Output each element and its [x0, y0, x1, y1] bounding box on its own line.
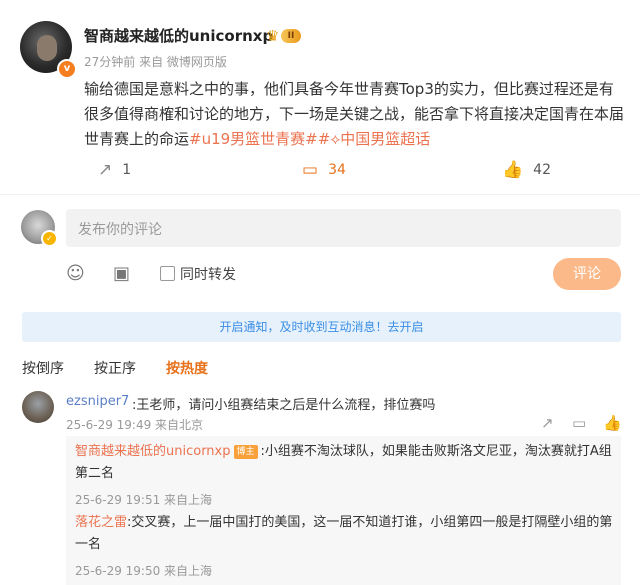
comment-text: :王老师，请问小组赛结束之后是什么流程，排位赛吗	[132, 398, 436, 413]
post-content: 输给德国是意料之中的事，他们具备今年世青赛Top3的实力，但比赛过程还是有很多值…	[84, 77, 624, 152]
reply-text: :交叉赛，上一届中国打的美国，这一届不知道打谁，小组第四一般是打隔壁小组的第	[127, 515, 613, 530]
comment-button[interactable]: ▭ 34	[302, 160, 346, 180]
reply-text: :小组赛不淘汰球队，如果能击败斯洛文尼亚，淘汰赛就打A组	[260, 444, 612, 459]
reply-icon[interactable]: ▭	[572, 414, 586, 432]
user-badge-icon: ✓	[41, 230, 58, 247]
reply-author[interactable]: 智商越来越低的unicornxp	[75, 444, 231, 459]
thumbs-up-icon[interactable]: 👍	[603, 414, 622, 432]
reply-author[interactable]: 落花之雷	[75, 515, 127, 530]
repost-icon: ↗	[98, 160, 113, 180]
hashtag-link[interactable]: #u19男篮世青赛#	[189, 130, 318, 148]
list-item: 落花之雷:交叉赛，上一届中国打的美国，这一届不知道打谁，小组第四一般是打隔壁小组…	[75, 512, 615, 579]
submit-comment-button[interactable]: 评论	[553, 258, 621, 290]
repost-count: 1	[122, 162, 132, 178]
post-meta: 27分钟前 来自 微博网页版	[84, 55, 227, 69]
supertopic-link[interactable]: #⟡中国男篮超话	[318, 130, 430, 148]
sort-desc-tab[interactable]: 按倒序	[22, 358, 64, 378]
like-count: 42	[533, 162, 551, 178]
list-item: 智商越来越低的unicornxp 博主:小组赛不淘汰球队，如果能击败斯洛文尼亚，淘…	[75, 441, 615, 508]
reply-list: 智商越来越低的unicornxp 博主:小组赛不淘汰球队，如果能击败斯洛文尼亚，淘…	[66, 436, 621, 585]
sort-asc-tab[interactable]: 按正序	[94, 358, 136, 378]
level-badge: II	[281, 29, 301, 43]
comment-author[interactable]: ezsniper7	[66, 394, 129, 409]
image-icon[interactable]: ▣	[113, 263, 130, 284]
comment-count: 34	[328, 162, 346, 178]
post-author-name[interactable]: 智商越来越低的unicornxp	[84, 25, 273, 46]
share-icon[interactable]: ↗	[541, 414, 554, 432]
comment-meta: 25-6-29 19:49 来自北京	[66, 418, 204, 432]
repost-checkbox-label: 同时转发	[180, 267, 236, 283]
thumbs-up-icon: 👍	[502, 160, 524, 180]
author-tag-badge: 博主	[233, 445, 258, 459]
emoji-icon[interactable]: ☺	[66, 263, 85, 284]
avatar[interactable]	[22, 391, 54, 423]
sort-hot-tab[interactable]: 按热度	[166, 358, 208, 378]
divider	[0, 194, 640, 195]
repost-button[interactable]: ↗ 1	[98, 160, 131, 180]
notification-banner[interactable]: 开启通知，及时收到互动消息！去开启	[22, 312, 621, 342]
crown-icon: ♛	[266, 27, 280, 45]
repost-checkbox[interactable]	[160, 266, 175, 281]
like-button[interactable]: 👍 42	[502, 160, 551, 180]
reply-meta: 25-6-29 19:50 来自上海	[75, 564, 213, 578]
reply-body: 智商越来越低的unicornxp 博主:小组赛不淘汰球队，如果能击败斯洛文尼亚，淘…	[75, 441, 615, 485]
reply-text-continued: 第二名	[75, 466, 115, 481]
comment-icon: ▭	[302, 160, 319, 180]
comment-input-placeholder: 发布你的评论	[78, 222, 162, 238]
reply-body: 落花之雷:交叉赛，上一届中国打的美国，这一届不知道打谁，小组第四一般是打隔壁小组…	[75, 512, 615, 556]
verified-badge-icon: v	[57, 59, 77, 79]
reply-meta: 25-6-29 19:51 来自上海	[75, 493, 213, 507]
reply-text-continued: 一名	[75, 537, 102, 552]
